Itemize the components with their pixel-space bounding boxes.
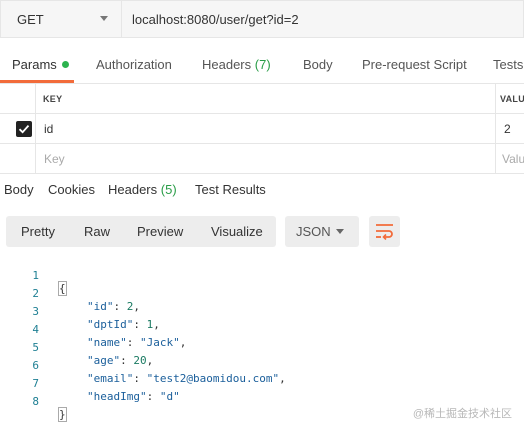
new-value-field[interactable]: Valu: [496, 144, 524, 173]
code-line: 6 "email": "test2@baomidou.com",: [0, 346, 524, 385]
row-check-cell: [0, 144, 36, 173]
value-column-header: VALU: [500, 94, 524, 104]
method-select[interactable]: GET: [0, 0, 122, 38]
chevron-down-icon: [336, 229, 344, 234]
request-bar: GET localhost:8080/user/get?id=2: [0, 0, 524, 38]
code-line: 2 "id": 2,: [0, 274, 524, 313]
raw-button[interactable]: Raw: [84, 224, 110, 239]
tab-cookies[interactable]: Cookies: [48, 182, 95, 197]
tab-label: Headers: [202, 57, 252, 72]
tab-label: Authorization: [96, 57, 172, 72]
checkmark-icon: [18, 125, 30, 134]
active-dot-icon: [61, 61, 69, 68]
tab-label: Test Results: [195, 182, 266, 197]
checkbox[interactable]: [16, 121, 32, 137]
pretty-button[interactable]: Pretty: [21, 224, 55, 239]
tab-params[interactable]: Params: [12, 57, 69, 72]
preview-button[interactable]: Preview: [137, 224, 183, 239]
params-header-row: KEY VALU: [0, 84, 524, 114]
tab-authorization[interactable]: Authorization: [96, 57, 172, 72]
format-label: JSON: [296, 224, 331, 239]
code-line: 4 "name": "Jack",: [0, 310, 524, 349]
method-label: GET: [17, 12, 44, 27]
tab-label: Pre-request Script: [362, 57, 467, 72]
param-value-field[interactable]: 2: [496, 114, 524, 143]
tab-response-body[interactable]: Body: [4, 182, 34, 197]
tab-body[interactable]: Body: [303, 57, 333, 72]
tab-headers[interactable]: Headers (7): [202, 57, 271, 72]
code-line: 3 "dptId": 1,: [0, 292, 524, 331]
request-tabs: Params Authorization Headers (7) Body Pr…: [0, 46, 524, 84]
active-tab-indicator: [0, 80, 74, 83]
code-line: 8 }: [0, 382, 524, 422]
header-value-cell: VALU: [496, 84, 524, 113]
header-key-cell: KEY: [36, 84, 496, 113]
tab-label: Headers: [108, 182, 158, 197]
tab-label: Body: [4, 182, 34, 197]
url-text: localhost:8080/user/get?id=2: [132, 12, 299, 27]
code-line: 1 {: [0, 256, 524, 296]
visualize-button[interactable]: Visualize: [211, 224, 263, 239]
response-tabs: Body Cookies Headers (5) Test Results: [0, 174, 524, 204]
tab-pre-request-script[interactable]: Pre-request Script: [362, 57, 467, 72]
param-key: id: [44, 122, 54, 136]
row-check-cell: [0, 114, 36, 143]
chevron-down-icon: [100, 16, 108, 21]
key-column-header: KEY: [43, 94, 63, 104]
tab-label: Cookies: [48, 182, 95, 197]
tab-label: Tests: [493, 57, 524, 72]
code-line: 7 "headImg": "d": [0, 364, 524, 403]
params-table: KEY VALU id 2 Key Valu: [0, 84, 524, 174]
url-input[interactable]: localhost:8080/user/get?id=2: [122, 0, 524, 38]
line-number: 8: [32, 395, 39, 408]
response-body-viewer[interactable]: 1 { 2 "id": 2, 3 "dptId": 1, 4 "name": "…: [0, 256, 524, 422]
tab-label: Body: [303, 57, 333, 72]
table-row: id 2: [0, 114, 524, 144]
tab-test-results[interactable]: Test Results: [195, 182, 266, 197]
tab-count: (5): [160, 182, 177, 197]
wrap-lines-button[interactable]: [369, 216, 400, 247]
tab-label: Params: [12, 57, 57, 72]
watermark: @稀土掘金技术社区: [412, 408, 512, 420]
key-placeholder: Key: [44, 152, 65, 166]
param-value: 2: [504, 122, 511, 136]
close-brace: }: [58, 407, 67, 422]
wrap-lines-icon: [376, 224, 393, 240]
tab-tests[interactable]: Tests: [493, 57, 523, 72]
value-placeholder: Valu: [502, 152, 524, 166]
new-param-row: Key Valu: [0, 144, 524, 174]
tab-response-headers[interactable]: Headers (5): [108, 182, 177, 197]
header-check-cell: [0, 84, 36, 113]
tab-count: (7): [254, 57, 271, 72]
code-line: 5 "age": 20,: [0, 328, 524, 367]
new-key-field[interactable]: Key: [36, 144, 496, 173]
format-select[interactable]: JSON: [285, 216, 359, 247]
param-key-field[interactable]: id: [36, 114, 496, 143]
view-mode-toolbar: Pretty Raw Preview Visualize: [6, 216, 276, 247]
